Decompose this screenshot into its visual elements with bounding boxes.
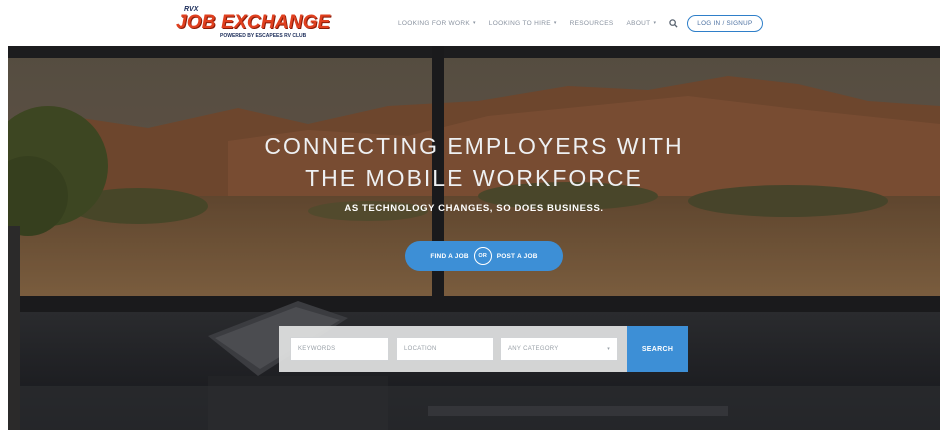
hero-headline-line-2: THE MOBILE WORKFORCE	[305, 165, 643, 191]
or-badge: OR	[473, 247, 492, 265]
logo-brand: JOB EXCHANGE	[176, 12, 331, 33]
hero-background-image	[8, 46, 940, 430]
nav-label: LOOKING TO HIRE	[488, 19, 551, 27]
chevron-down-icon: ▾	[653, 20, 657, 26]
search-button[interactable]: SEARCH	[627, 326, 688, 372]
nav-label: LOOKING FOR WORK	[398, 19, 470, 27]
category-select-value: ANY CATEGORY	[508, 346, 559, 352]
cta-pill: FIND A JOB OR POST A JOB	[405, 241, 563, 271]
site-logo[interactable]: RVX JOB EXCHANGE POWERED BY ESCAPEES RV …	[176, 6, 330, 40]
main-nav: LOOKING FOR WORK ▾ LOOKING TO HIRE ▾ RES…	[398, 13, 763, 33]
search-icon[interactable]	[669, 18, 679, 28]
find-a-job-button[interactable]: FIND A JOB	[430, 253, 468, 260]
nav-resources[interactable]: RESOURCES	[570, 20, 614, 27]
hero-subhead: AS TECHNOLOGY CHANGES, SO DOES BUSINESS.	[344, 203, 604, 214]
logo-powered-by: POWERED BY ESCAPEES RV CLUB	[220, 33, 307, 39]
chevron-down-icon: ▾	[553, 20, 557, 26]
job-search-bar: KEYWORDS LOCATION ANY CATEGORY ▾	[279, 326, 628, 372]
nav-looking-to-hire[interactable]: LOOKING TO HIRE ▾	[489, 20, 557, 27]
login-signup-button[interactable]: LOG IN / SIGNUP	[687, 14, 763, 32]
nav-label: RESOURCES	[569, 19, 614, 27]
hero-headline-line-1: CONNECTING EMPLOYERS WITH	[264, 133, 684, 159]
nav-about[interactable]: ABOUT ▾	[627, 20, 657, 27]
site-header: RVX JOB EXCHANGE POWERED BY ESCAPEES RV …	[0, 0, 948, 46]
post-a-job-button[interactable]: POST A JOB	[497, 253, 538, 260]
location-input[interactable]: LOCATION	[396, 337, 494, 361]
chevron-down-icon: ▾	[472, 20, 476, 26]
nav-label: ABOUT	[626, 19, 651, 27]
nav-looking-for-work[interactable]: LOOKING FOR WORK ▾	[398, 20, 476, 27]
category-select[interactable]: ANY CATEGORY ▾	[500, 337, 618, 361]
hero-section: CONNECTING EMPLOYERS WITH THE MOBILE WOR…	[8, 46, 940, 430]
keywords-input[interactable]: KEYWORDS	[290, 337, 389, 361]
chevron-down-icon: ▾	[607, 346, 610, 352]
